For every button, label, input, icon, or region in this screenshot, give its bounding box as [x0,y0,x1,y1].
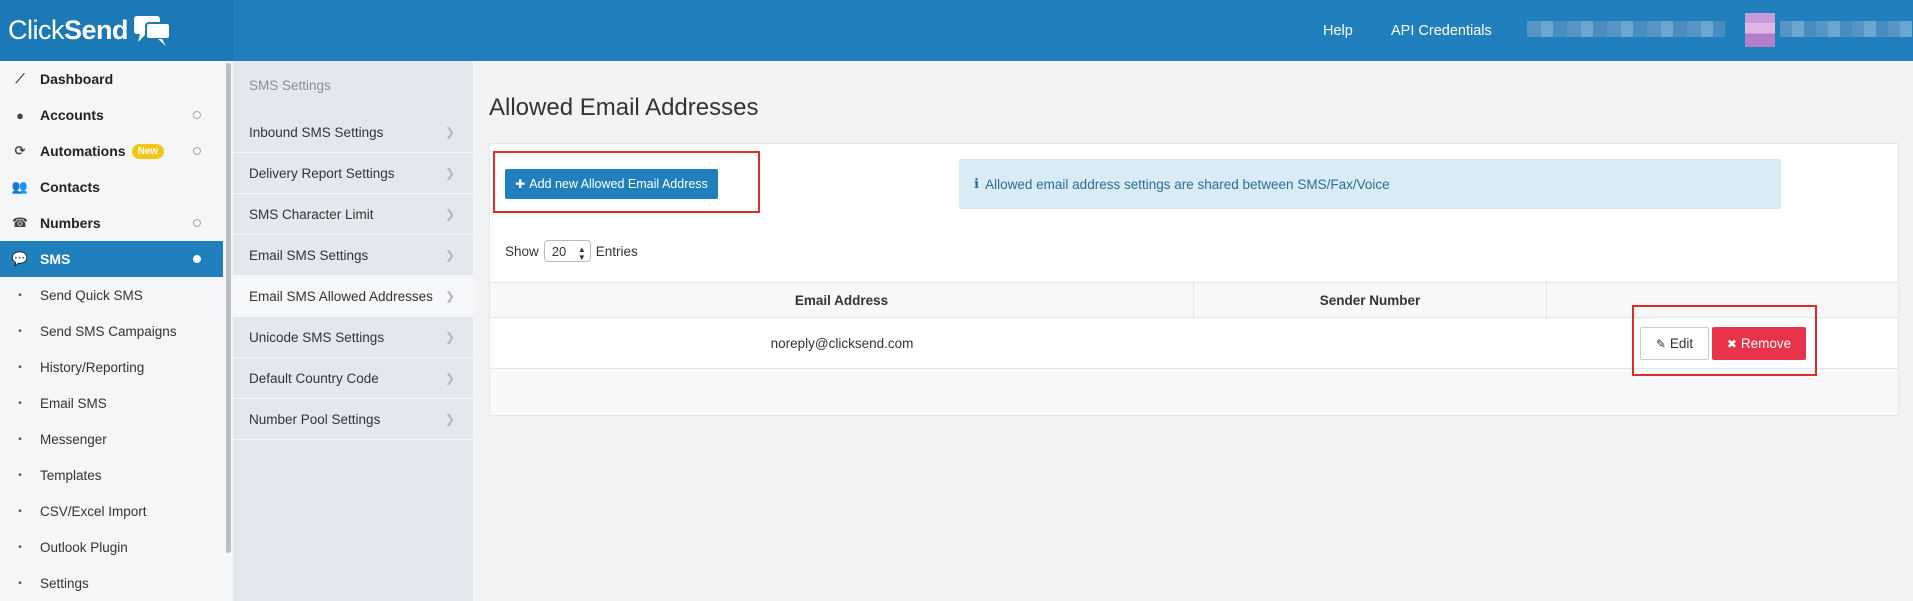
refresh-icon: ⟳ [14,143,26,158]
sidebar-subitem-templates[interactable]: • Templates [0,457,223,493]
user-name-redacted[interactable] [1780,21,1912,37]
subnav-item-number-pool[interactable]: Number Pool Settings ❯ [233,399,473,440]
user-icon: ● [16,107,24,123]
sidebar-item-label: Accounts [40,107,104,123]
subnav-item-unicode-sms[interactable]: Unicode SMS Settings ❯ [233,317,473,358]
sidebar-item-label: SMS [40,251,71,267]
sidebar-subitem-csv-import[interactable]: • CSV/Excel Import [0,493,223,529]
column-header-sender[interactable]: Sender Number [1194,283,1547,317]
expand-indicator [193,219,201,227]
subnav-item-label: Unicode SMS Settings [249,329,385,345]
bullet-icon: • [18,325,22,337]
bullet-icon: • [18,289,22,301]
page-title: Allowed Email Addresses [489,94,759,121]
sidebar-item-accounts[interactable]: ● Accounts [0,97,223,133]
sidebar-subitem-label: CSV/Excel Import [40,503,147,519]
info-alert: ℹ Allowed email address settings are sha… [959,159,1781,209]
subnav-item-label: SMS Character Limit [249,206,374,222]
sidebar-subitem-history-reporting[interactable]: • History/Reporting [0,349,223,385]
show-label: Show [505,243,539,259]
expand-indicator [193,255,201,263]
account-name-redacted[interactable] [1527,21,1725,37]
chevron-right-icon: ❯ [444,289,455,303]
subnav-item-default-country[interactable]: Default Country Code ❯ [233,358,473,399]
sidebar-subitem-label: Templates [40,467,102,483]
sidebar-subitem-outlook-plugin[interactable]: • Outlook Plugin [0,529,223,565]
subnav-item-character-limit[interactable]: SMS Character Limit ❯ [233,194,473,235]
sidebar-subitem-send-sms-campaigns[interactable]: • Send SMS Campaigns [0,313,223,349]
logo-text: ClickSend [8,15,129,45]
entries-label: Entries [595,243,638,259]
sidebar-item-label: Dashboard [40,71,114,87]
sidebar-subitem-messenger[interactable]: • Messenger [0,421,223,457]
chevron-right-icon: ❯ [444,412,455,426]
subnav-item-allowed-addresses[interactable]: Email SMS Allowed Addresses ❯ [233,276,473,317]
sidebar-subitem-label: Settings [40,575,89,591]
sidebar-subitem-label: History/Reporting [40,359,145,375]
sidebar-item-label: Automations [40,143,126,159]
sidebar-subitem-label: Send SMS Campaigns [40,323,177,339]
chevron-right-icon: ❯ [444,330,455,344]
sidebar-item-label: Contacts [40,179,100,195]
page-size-value: 20 [551,243,567,259]
phone-icon: ☎ [11,215,29,230]
page-size-select[interactable]: 20 ▲ ▼ [543,240,591,262]
subnav-item-inbound-sms[interactable]: Inbound SMS Settings ❯ [233,112,473,153]
sidebar-item-automations[interactable]: ⟳ Automations New [0,133,223,169]
sidebar-item-numbers[interactable]: ☎ Numbers [0,205,223,241]
chevron-right-icon: ❯ [444,248,455,262]
logo[interactable]: ClickSend [0,0,234,61]
help-link[interactable]: Help [1323,0,1353,61]
info-text: Allowed email address settings are share… [985,176,1390,192]
chat-bubbles-icon [134,15,172,46]
subnav-item-label: Email SMS Settings [249,247,369,263]
page-size-control: Show 20 ▲ ▼ Entries [505,240,638,262]
column-header-email[interactable]: Email Address [490,283,1194,317]
api-credentials-link[interactable]: API Credentials [1391,0,1492,61]
sidebar-item-label: Numbers [40,215,101,231]
sidebar-item-contacts[interactable]: 👥 Contacts [0,169,223,205]
info-icon: ℹ [974,176,980,191]
sidebar-item-dashboard[interactable]: ⟋ Dashboard [0,61,223,97]
bullet-icon: • [18,397,22,409]
bullet-icon: • [18,361,22,373]
chart-icon: ⟋ [15,71,25,86]
avatar[interactable] [1745,13,1775,47]
sidebar-subitem-label: Send Quick SMS [40,287,143,303]
bullet-icon: • [18,469,22,481]
subnav-item-label: Default Country Code [249,370,379,386]
highlight-box [493,151,760,213]
bullet-icon: • [18,433,22,445]
subnav-item-email-sms-settings[interactable]: Email SMS Settings ❯ [233,235,473,276]
sidebar-subitem-email-sms[interactable]: • Email SMS [0,385,223,421]
chevron-right-icon: ❯ [444,207,455,221]
chat-icon: 💬 [11,251,29,266]
select-arrows-icon: ▲ ▼ [577,245,586,262]
subnav-item-label: Number Pool Settings [249,411,381,427]
highlight-box [1632,305,1817,376]
subnav-item-delivery-report[interactable]: Delivery Report Settings ❯ [233,153,473,194]
users-icon: 👥 [11,179,29,194]
sidebar-subitem-send-quick-sms[interactable]: • Send Quick SMS [0,277,223,313]
bullet-icon: • [18,577,22,589]
subnav-title: SMS Settings [249,78,331,93]
sidebar-subitem-label: Outlook Plugin [40,539,128,555]
bullet-icon: • [18,505,22,517]
subnav-item-label: Email SMS Allowed Addresses [249,288,433,304]
expand-indicator [193,111,201,119]
sidebar-scrollbar[interactable] [226,63,231,553]
new-badge: New [131,143,165,159]
subnav-item-label: Delivery Report Settings [249,165,395,181]
email-cell: noreply@clicksend.com [770,335,914,351]
expand-indicator [193,147,201,155]
chevron-right-icon: ❯ [444,125,455,139]
sidebar-subitem-label: Messenger [40,431,107,447]
bullet-icon: • [18,541,22,553]
chevron-right-icon: ❯ [444,166,455,180]
sidebar-item-sms[interactable]: 💬 SMS [0,241,223,277]
sidebar-subitem-label: Email SMS [40,395,107,411]
subnav-item-label: Inbound SMS Settings [249,124,384,140]
sidebar-subitem-settings[interactable]: • Settings [0,565,223,601]
chevron-right-icon: ❯ [444,371,455,385]
